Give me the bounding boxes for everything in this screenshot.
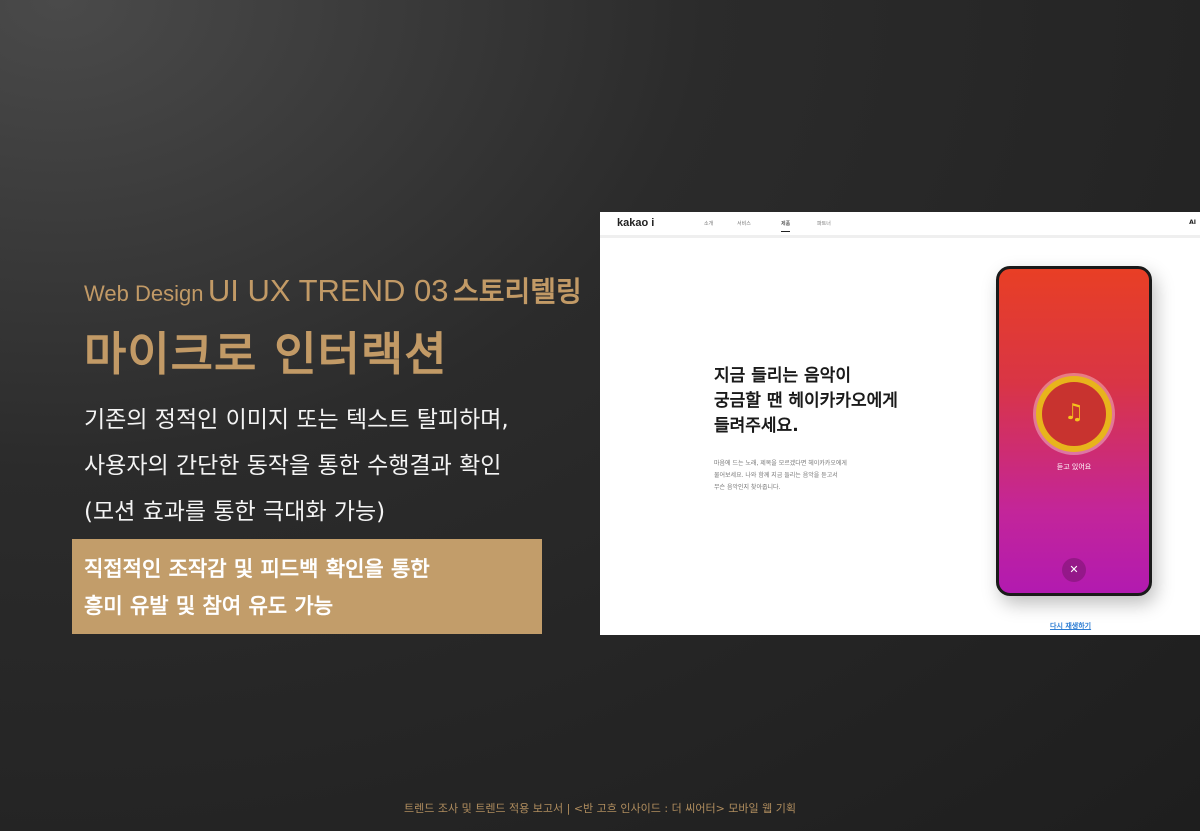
nav-item-product[interactable]: 제품 [781, 220, 791, 232]
music-listen-button-inner: ♫ [1042, 382, 1106, 446]
close-button[interactable]: ✕ [1062, 558, 1086, 582]
description: 기존의 정적인 이미지 또는 텍스트 탈피하며, 사용자의 간단한 동작을 통한… [84, 397, 509, 535]
hero-description-line: 물어보세요. 나와 함께 지금 들리는 음악을 듣고서 [714, 472, 838, 479]
subtitle-web-design: Web Design [84, 281, 204, 306]
hero-description-line: 마음에 드는 노래, 제목을 모르겠다면 헤이카카오에게 [714, 460, 847, 467]
subtitle-storytelling: 스토리텔링 [452, 275, 582, 308]
hero-heading-line: 들려주세요. [714, 416, 799, 436]
description-line: 사용자의 간단한 동작을 통한 수행결과 확인 [84, 453, 502, 479]
slide-subtitle: Web Design UI UX TREND 03 스토리텔링 [84, 270, 582, 310]
nav-item-intro[interactable]: 소개 [704, 220, 713, 227]
hero-heading-line: 궁금할 땐 헤이카카오에게 [714, 391, 898, 411]
kakao-i-logo[interactable]: kakao i [617, 217, 654, 229]
highlight-box: 직접적인 조작감 및 피드백 확인을 통한 흥미 유발 및 참여 유도 가능 [72, 539, 542, 634]
footer: 트렌드 조사 및 트렌드 적용 보고서 | <반 고흐 인사이드 : 더 씨어터… [403, 802, 796, 815]
listening-status: 듣고 있어요 [1056, 463, 1092, 471]
subtitle-trend: UI UX TREND 03 [207, 273, 449, 308]
highlight-line: 직접적인 조작감 및 피드백 확인을 통한 [84, 557, 430, 581]
highlight-line: 흥미 유발 및 참여 유도 가능 [84, 594, 334, 618]
description-line: (모션 효과를 통한 극대화 가능) [84, 499, 386, 525]
hero-heading-line: 지금 들리는 음악이 [714, 366, 851, 386]
description-line: 기존의 정적인 이미지 또는 텍스트 탈피하며, [84, 407, 509, 433]
replay-link[interactable]: 다시 재생하기 [1050, 621, 1091, 631]
hero-description: 마음에 드는 노래, 제목을 모르겠다면 헤이카카오에게 물어보세요. 나와 함… [714, 458, 847, 494]
page-title: 마이크로 인터랙션 [84, 327, 448, 381]
music-listen-button[interactable]: ♫ [1036, 376, 1112, 452]
phone-mockup: ♫ 듣고 있어요 ✕ [996, 266, 1152, 596]
hero-heading: 지금 들리는 음악이 궁금할 땐 헤이카카오에게 들려주세요. [714, 364, 898, 439]
kakao-i-screenshot: kakao i 소개 서비스 제품 파트너 AI 지금 들리는 음악이 궁금할 … [600, 212, 1200, 635]
nav-item-service[interactable]: 서비스 [737, 220, 751, 227]
music-note-icon: ♫ [1064, 400, 1084, 425]
nav-item-ai[interactable]: AI [1189, 219, 1196, 226]
nav-item-partner[interactable]: 파트너 [817, 220, 831, 227]
hero-description-line: 무슨 음악인지 찾아줍니다. [714, 484, 781, 491]
close-icon: ✕ [1069, 563, 1079, 576]
screenshot-nav: kakao i 소개 서비스 제품 파트너 AI [600, 212, 1200, 238]
